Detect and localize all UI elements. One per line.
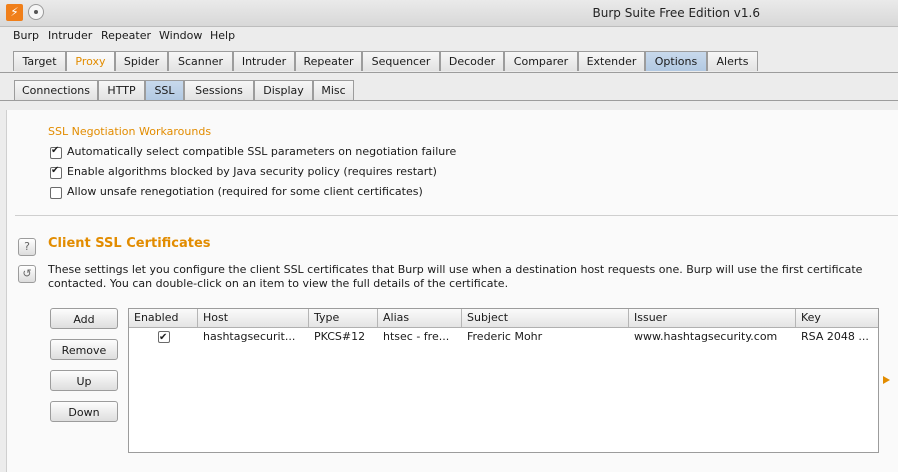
option-label: Automatically select compatible SSL para…	[67, 145, 457, 158]
column-header-subject[interactable]: Subject	[462, 309, 629, 327]
checkbox[interactable]	[50, 145, 62, 159]
menu-help[interactable]: Help	[210, 29, 235, 42]
table-header: Enabled Host Type Alias Subject Issuer K…	[129, 309, 878, 328]
add-button[interactable]: Add	[50, 308, 118, 329]
tab-target[interactable]: Target	[13, 51, 66, 71]
client-certs-description-1: These settings let you configure the cli…	[48, 263, 863, 276]
menu-intruder[interactable]: Intruder	[48, 29, 92, 42]
tab-repeater[interactable]: Repeater	[295, 51, 362, 71]
column-header-alias[interactable]: Alias	[378, 309, 462, 327]
main-tab-bar: Target Proxy Spider Scanner Intruder Rep…	[0, 50, 898, 73]
burp-logo-icon: ⚡	[6, 4, 23, 21]
tab-decoder[interactable]: Decoder	[440, 51, 504, 71]
scroll-right-arrow-icon[interactable]	[883, 376, 890, 384]
tab-spider[interactable]: Spider	[115, 51, 168, 71]
client-certs-heading: Client SSL Certificates	[48, 236, 211, 251]
tab-extender[interactable]: Extender	[578, 51, 645, 71]
tab-options[interactable]: Options	[645, 51, 707, 71]
tab-http[interactable]: HTTP	[98, 80, 145, 100]
refresh-icon[interactable]: ↺	[18, 265, 36, 283]
tab-sequencer[interactable]: Sequencer	[362, 51, 440, 71]
column-header-enabled[interactable]: Enabled	[129, 309, 198, 327]
window-menu-button[interactable]	[28, 4, 44, 20]
cell-enabled[interactable]	[129, 328, 198, 345]
title-bar: ⚡ Burp Suite Free Edition v1.6	[0, 0, 898, 27]
tab-ssl[interactable]: SSL	[145, 80, 184, 100]
column-header-type[interactable]: Type	[309, 309, 378, 327]
down-button[interactable]: Down	[50, 401, 118, 422]
column-header-host[interactable]: Host	[198, 309, 309, 327]
tab-proxy[interactable]: Proxy	[66, 51, 115, 71]
section-divider	[15, 215, 898, 216]
tab-sessions[interactable]: Sessions	[184, 80, 254, 100]
column-header-issuer[interactable]: Issuer	[629, 309, 796, 327]
tab-misc[interactable]: Misc	[313, 80, 354, 100]
tab-intruder[interactable]: Intruder	[233, 51, 295, 71]
ssl-workarounds-heading: SSL Negotiation Workarounds	[48, 125, 212, 138]
tab-alerts[interactable]: Alerts	[707, 51, 758, 71]
up-button[interactable]: Up	[50, 370, 118, 391]
menu-window[interactable]: Window	[159, 29, 202, 42]
option-label: Allow unsafe renegotiation (required for…	[67, 185, 423, 198]
options-tab-bar: Connections HTTP SSL Sessions Display Mi…	[0, 79, 898, 101]
help-icon[interactable]: ?	[18, 238, 36, 256]
column-header-key[interactable]: Key	[796, 309, 878, 327]
enabled-checkbox[interactable]	[158, 329, 170, 345]
tab-scanner[interactable]: Scanner	[168, 51, 233, 71]
menu-burp[interactable]: Burp	[13, 29, 39, 42]
window-title: Burp Suite Free Edition v1.6	[592, 6, 760, 20]
cell-key: RSA 2048 ...	[801, 330, 869, 343]
cell-alias: htsec - fre...	[383, 330, 450, 343]
client-certs-table[interactable]: Enabled Host Type Alias Subject Issuer K…	[128, 308, 879, 453]
menu-repeater[interactable]: Repeater	[101, 29, 151, 42]
tab-display[interactable]: Display	[254, 80, 313, 100]
tab-comparer[interactable]: Comparer	[504, 51, 578, 71]
cell-subject: Frederic Mohr	[467, 330, 543, 343]
cell-type: PKCS#12	[314, 330, 366, 343]
remove-button[interactable]: Remove	[50, 339, 118, 360]
checkbox[interactable]	[50, 187, 62, 199]
cell-issuer: www.hashtagsecurity.com	[634, 330, 778, 343]
cell-host: hashtagsecurit...	[203, 330, 296, 343]
menu-bar: Burp Intruder Repeater Window Help	[0, 27, 898, 45]
table-row[interactable]: hashtagsecurit... PKCS#12 htsec - fre...…	[129, 328, 878, 345]
checkbox[interactable]	[50, 165, 62, 179]
client-certs-description-2: contacted. You can double-click on an it…	[48, 277, 509, 290]
tab-connections[interactable]: Connections	[14, 80, 98, 100]
option-label: Enable algorithms blocked by Java securi…	[67, 165, 437, 178]
